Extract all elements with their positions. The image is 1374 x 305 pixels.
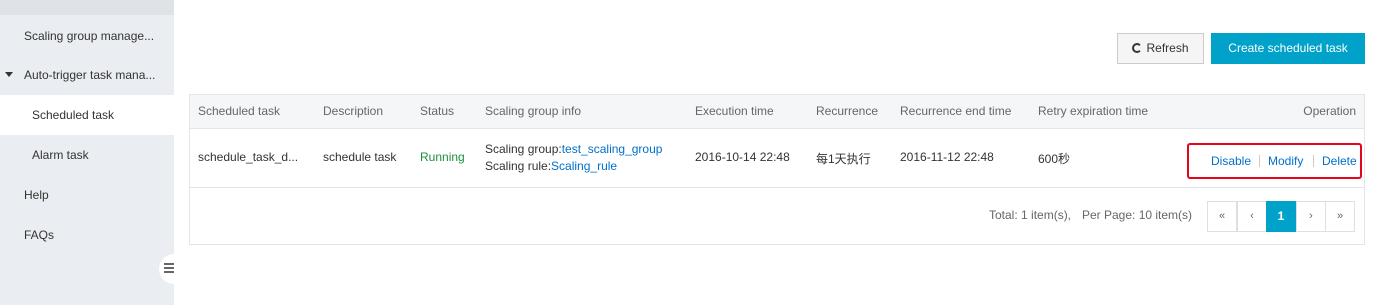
operation-highlight-box: Disable Modify Delete — [1187, 143, 1362, 179]
sidebar-item-scaling-group[interactable]: Scaling group manage... — [0, 16, 174, 56]
header-execution-time: Execution time — [695, 104, 774, 118]
delete-link[interactable]: Delete — [1322, 154, 1357, 168]
refresh-label: Refresh — [1146, 41, 1189, 55]
modify-link[interactable]: Modify — [1268, 154, 1303, 168]
scheduled-task-table: Scheduled task Description Status Scalin… — [189, 94, 1365, 245]
create-scheduled-task-button[interactable]: Create scheduled task — [1211, 33, 1365, 64]
sidebar-item-label: Auto-trigger task mana... — [24, 68, 156, 82]
header-recurrence-end-time: Recurrence end time — [900, 104, 1012, 118]
sidebar-item-label: Help — [24, 188, 49, 202]
refresh-icon — [1132, 43, 1143, 53]
cell-recurrence: 每1天执行 — [816, 152, 871, 166]
pagination-per-page: Per Page: 10 item(s) — [1082, 208, 1193, 222]
cell-scaling-group: Scaling group:test_scaling_group — [485, 142, 662, 156]
sidebar-item-alarm-task[interactable]: Alarm task — [0, 135, 174, 175]
header-recurrence: Recurrence — [816, 104, 879, 118]
sidebar-item-label: Scheduled task — [32, 108, 115, 122]
cell-recurrence-end-time: 2016-11-12 22:48 — [900, 150, 994, 164]
header-scaling-group-info: Scaling group info — [485, 104, 582, 118]
sidebar-top-item[interactable] — [0, 0, 174, 15]
status-badge: Running — [420, 150, 465, 164]
header-status: Status — [420, 104, 455, 118]
header-description: Description — [323, 104, 384, 118]
header-operation: Operation — [1303, 104, 1356, 118]
caret-down-icon — [5, 72, 13, 77]
refresh-button[interactable]: Refresh — [1117, 33, 1204, 64]
table-header: Scheduled task Description Status Scalin… — [190, 95, 1364, 129]
scaling-rule-link[interactable]: Scaling_rule — [551, 159, 617, 173]
cell-scaling-rule: Scaling rule:Scaling_rule — [485, 159, 617, 173]
create-label: Create scheduled task — [1228, 41, 1348, 55]
sidebar-item-faqs[interactable]: FAQs — [0, 215, 174, 255]
op-divider — [1259, 155, 1260, 167]
collapse-menu-icon — [164, 263, 174, 275]
op-divider — [1313, 155, 1314, 167]
header-scheduled-task: Scheduled task — [198, 104, 281, 118]
sidebar-item-scheduled-task[interactable]: Scheduled task — [0, 95, 174, 135]
cell-retry-expiration: 600秒 — [1038, 152, 1071, 166]
sidebar-item-label: Scaling group manage... — [24, 29, 155, 43]
next-page-button[interactable]: › — [1296, 201, 1326, 232]
scaling-group-label: Scaling group: — [485, 142, 562, 156]
pagination-total: Total: 1 item(s), — [989, 208, 1072, 222]
first-page-button[interactable]: « — [1207, 201, 1237, 232]
sidebar-item-help[interactable]: Help — [0, 175, 174, 215]
sidebar-item-auto-trigger[interactable]: Auto-trigger task mana... — [0, 55, 174, 95]
sidebar-collapse-button[interactable] — [159, 254, 189, 284]
disable-link[interactable]: Disable — [1211, 154, 1251, 168]
prev-page-button[interactable]: ‹ — [1237, 201, 1267, 232]
cell-task-name[interactable]: schedule_task_d... — [198, 150, 298, 164]
sidebar: Scaling group manage... Auto-trigger tas… — [0, 0, 174, 305]
header-retry-expiration-time: Retry expiration time — [1038, 104, 1149, 118]
table-row: schedule_task_d... schedule task Running… — [190, 129, 1364, 188]
sidebar-item-label: FAQs — [24, 228, 55, 242]
sidebar-item-label: Alarm task — [32, 148, 89, 162]
page-button-current[interactable]: 1 — [1266, 201, 1296, 232]
last-page-button[interactable]: » — [1325, 201, 1355, 232]
scaling-group-link[interactable]: test_scaling_group — [562, 142, 663, 156]
scaling-rule-label: Scaling rule: — [485, 159, 552, 173]
cell-execution-time: 2016-10-14 22:48 — [695, 150, 790, 164]
cell-description: schedule task — [323, 150, 397, 164]
